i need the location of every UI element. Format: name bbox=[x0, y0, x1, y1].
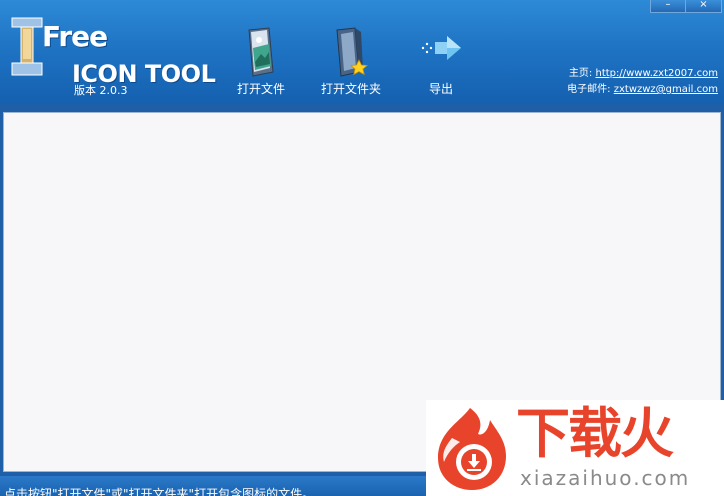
email-link[interactable]: zxtwzwz@gmail.com bbox=[614, 84, 718, 95]
app-window: Free ICON TOOL 版本 2.0.3 打开文件 打开文件夹 导出 主页… bbox=[0, 0, 724, 496]
open-folder-button[interactable]: 打开文件夹 bbox=[311, 26, 391, 100]
logo-free-text: Free bbox=[42, 20, 108, 53]
flame-logo-icon bbox=[438, 408, 506, 490]
export-label: 导出 bbox=[428, 82, 453, 96]
minimize-button[interactable]: – bbox=[650, 0, 686, 13]
homepage-link[interactable]: http://www.zxt2007.com bbox=[595, 68, 718, 79]
arrow-right-icon bbox=[421, 36, 461, 60]
open-file-label: 打开文件 bbox=[236, 82, 285, 96]
open-folder-label: 打开文件夹 bbox=[320, 82, 381, 96]
version-label: 版本 2.0.3 bbox=[74, 84, 128, 97]
logo-i-icon bbox=[11, 17, 43, 76]
watermark: 下载火 xiazaihuo.com bbox=[426, 400, 724, 496]
homepage-row: 主页: http://www.zxt2007.com bbox=[567, 66, 718, 82]
watermark-en-text: xiazaihuo.com bbox=[520, 466, 691, 490]
header: Free ICON TOOL 版本 2.0.3 打开文件 打开文件夹 导出 主页… bbox=[0, 0, 724, 104]
close-button[interactable]: × bbox=[686, 0, 722, 13]
email-label: 电子邮件: bbox=[567, 84, 614, 95]
export-button[interactable]: 导出 bbox=[401, 26, 481, 100]
folder-star-icon bbox=[336, 27, 368, 77]
watermark-cn-text: 下载火 bbox=[516, 402, 674, 465]
contact-links: 主页: http://www.zxt2007.com 电子邮件: zxtwzwz… bbox=[567, 66, 718, 98]
status-text: 点击按钮"打开文件"或"打开文件夹"打开包含图标的文件。 bbox=[4, 487, 315, 496]
document-image-icon bbox=[248, 27, 274, 77]
window-controls: – × bbox=[650, 0, 722, 13]
open-file-button[interactable]: 打开文件 bbox=[221, 26, 301, 100]
homepage-label: 主页: bbox=[568, 68, 596, 79]
email-row: 电子邮件: zxtwzwz@gmail.com bbox=[567, 82, 718, 98]
